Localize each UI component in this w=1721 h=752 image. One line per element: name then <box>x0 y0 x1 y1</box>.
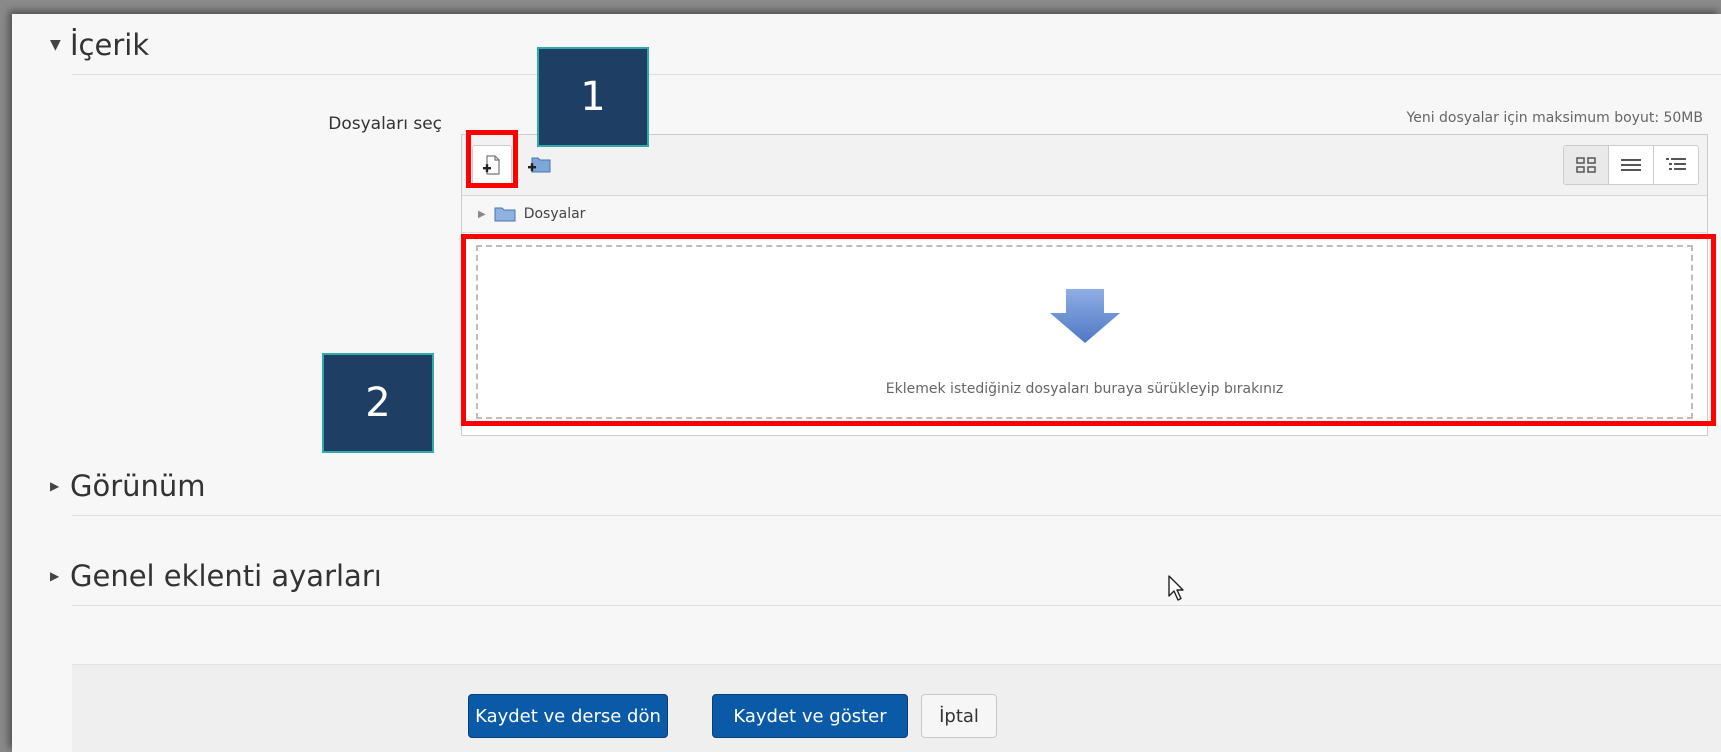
mouse-cursor-icon <box>1168 575 1184 601</box>
create-folder-icon <box>528 157 551 173</box>
section-common-module-title: Genel eklenti ayarları <box>70 559 382 593</box>
section-divider <box>72 605 1721 606</box>
list-view-button[interactable] <box>1608 146 1653 184</box>
section-content-header[interactable]: ▼ İçerik <box>50 28 149 62</box>
save-and-return-button[interactable]: Kaydet ve derse dön <box>468 694 668 738</box>
callout-1: 1 <box>537 47 649 147</box>
view-switcher <box>1563 145 1699 185</box>
icons-view-icon <box>1576 157 1596 173</box>
expand-triangle-icon: ▶ <box>478 208 486 220</box>
create-folder-button[interactable] <box>520 145 558 183</box>
callout-2: 2 <box>322 353 434 453</box>
max-size-text: Yeni dosyalar için maksimum boyut: 50MB <box>1406 110 1703 126</box>
file-picker-label: Dosyaları seç <box>328 114 442 134</box>
page-frame: ▼ İçerik Dosyaları seç Yeni dosyalar içi… <box>12 14 1721 752</box>
section-appearance-header[interactable]: ▶ Görünüm <box>50 469 206 503</box>
section-content-title: İçerik <box>70 28 150 62</box>
section-common-module-header[interactable]: ▶ Genel eklenti ayarları <box>50 559 382 593</box>
caret-down-icon: ▼ <box>50 37 61 53</box>
highlight-drop-zone <box>461 234 1716 426</box>
icons-view-button[interactable] <box>1564 146 1608 184</box>
save-and-display-button[interactable]: Kaydet ve göster <box>712 694 908 738</box>
caret-right-icon: ▶ <box>50 569 60 583</box>
folder-path-label: Dosyalar <box>523 206 586 222</box>
highlight-add-file <box>466 130 518 188</box>
cancel-button[interactable]: İptal <box>921 694 997 738</box>
section-divider <box>72 74 1721 75</box>
section-appearance-title: Görünüm <box>70 469 206 503</box>
tree-view-button[interactable] <box>1653 146 1698 184</box>
folder-icon <box>494 207 516 222</box>
tree-view-icon <box>1666 158 1686 170</box>
folder-path[interactable]: ▶ Dosyalar <box>462 196 1707 233</box>
list-view-icon <box>1621 159 1641 171</box>
caret-right-icon: ▶ <box>50 479 60 493</box>
section-divider <box>72 515 1721 516</box>
